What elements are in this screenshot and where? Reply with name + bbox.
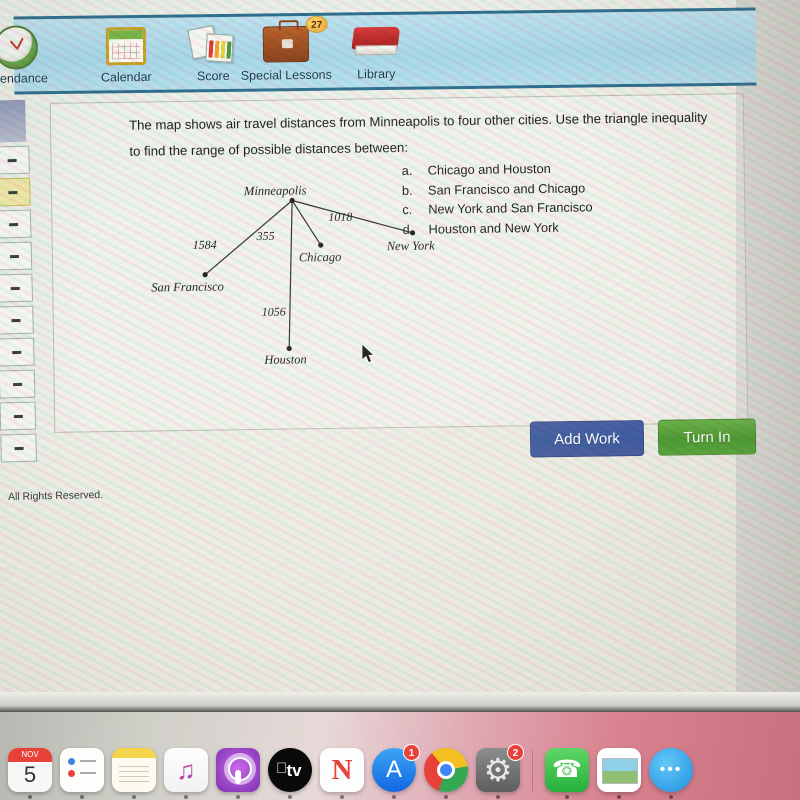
map-edge-label-1018: 1018: [328, 209, 353, 224]
nav-item-attendance[interactable]: Attendance: [0, 23, 71, 96]
dock-separator: [532, 749, 533, 791]
question-nav-item-10[interactable]: [0, 433, 37, 463]
map-edge-label-355: 355: [256, 228, 275, 243]
worksheet-actions: Add Work Turn In: [529, 418, 757, 458]
dock-icon-apple-tv[interactable]: [268, 748, 312, 799]
map-node-label-minneapolis: Minneapolis: [243, 183, 307, 199]
add-work-button[interactable]: Add Work: [529, 419, 645, 458]
system-preferences-badge: 2: [507, 744, 524, 761]
nav-label-attendance: Attendance: [0, 71, 49, 86]
answer-choice-a[interactable]: a. Chicago and Houston: [402, 158, 593, 180]
dock-icon-chrome[interactable]: [424, 748, 468, 799]
map-node-label-chicago: Chicago: [298, 249, 342, 265]
choice-text-c: New York and San Francisco: [428, 199, 593, 217]
question-nav-header: [0, 99, 27, 143]
answer-choice-list: a. Chicago and Houston b. San Francisco …: [402, 158, 593, 239]
turn-in-button[interactable]: Turn In: [657, 418, 757, 456]
question-nav-item-3[interactable]: [0, 209, 32, 239]
app-store-badge: 1: [403, 744, 420, 761]
dock-icon-notes[interactable]: [112, 748, 156, 799]
question-nav-item-2[interactable]: [0, 177, 31, 207]
map-node-label-houston: Houston: [264, 352, 307, 367]
choice-text-b: San Francisco and Chicago: [427, 179, 586, 198]
question-nav-item-6[interactable]: [0, 305, 34, 335]
question-prompt: The map shows air travel distances from …: [128, 109, 708, 159]
dock-icon-messages[interactable]: [649, 748, 693, 799]
question-nav-item-5[interactable]: [0, 273, 34, 303]
macos-dock: 1 2: [0, 740, 800, 800]
map-edge-label-1056: 1056: [261, 304, 286, 319]
top-navigation-bar: Attendance Calendar Score 27 Special Les…: [0, 7, 757, 95]
answer-choice-b[interactable]: b. San Francisco and Chicago: [402, 178, 593, 200]
distance-map-diagram: Minneapolis San Francisco Chicago New Yo…: [132, 177, 434, 391]
dock-icon-calendar[interactable]: [8, 748, 52, 799]
map-edge-label-1584: 1584: [192, 237, 217, 252]
choice-text-d: Houston and New York: [428, 219, 559, 237]
dock-icon-app-store[interactable]: 1: [372, 744, 420, 799]
choice-text-a: Chicago and Houston: [427, 160, 551, 178]
worksheet-content-panel: The map shows air travel distances from …: [49, 93, 749, 433]
dock-icon-system-preferences[interactable]: 2: [476, 744, 524, 799]
dock-icon-news[interactable]: [320, 748, 364, 799]
photographed-laptop-screen: Attendance Calendar Score 27 Special Les…: [0, 0, 800, 800]
map-node-label-san-francisco: San Francisco: [151, 279, 224, 295]
answer-choice-c[interactable]: c. New York and San Francisco: [402, 197, 593, 219]
question-nav-item-4[interactable]: [0, 241, 33, 271]
nav-label-library: Library: [357, 66, 396, 82]
dock-icon-whatsapp[interactable]: [545, 748, 589, 799]
nav-item-library[interactable]: Library: [322, 18, 431, 91]
dock-icon-photos[interactable]: [597, 748, 641, 799]
clock-icon: [0, 23, 70, 72]
dock-icon-music[interactable]: [164, 748, 208, 799]
map-node-label-new-york: New York: [386, 238, 435, 254]
dock-icon-podcasts[interactable]: [216, 748, 260, 799]
question-nav-item-1[interactable]: [0, 145, 30, 175]
question-nav-item-7[interactable]: [0, 337, 35, 367]
question-nav-item-8[interactable]: [0, 369, 36, 399]
answer-choice-d[interactable]: d. Houston and New York: [402, 217, 593, 239]
book-icon: [322, 18, 431, 67]
dock-icon-reminders[interactable]: [60, 748, 104, 799]
footer-copyright: All Rights Reserved.: [7, 489, 104, 503]
question-nav-item-9[interactable]: [0, 401, 37, 431]
laptop-screen-bezel: [0, 692, 800, 714]
